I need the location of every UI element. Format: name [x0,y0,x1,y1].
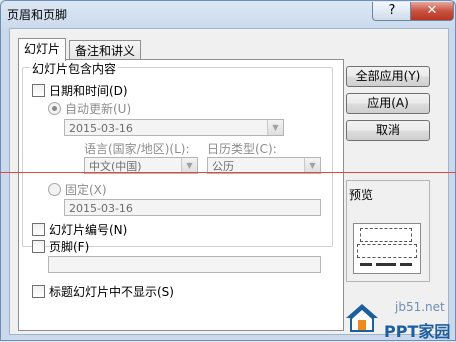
date-time-label: 日期和时间(D) [49,84,128,98]
fixed-date-value: 2015-03-16 [69,202,133,215]
dialog-title: 页眉和页脚 [7,8,68,22]
date-time-row[interactable]: 日期和时间(D) [32,82,128,99]
auto-update-row[interactable]: 自动更新(U) [48,100,131,117]
group-label: 幻灯片包含内容 [30,60,119,77]
fixed-date-field[interactable]: 2015-03-16 [64,199,321,216]
footer-row[interactable]: 页脚(F) [32,238,89,255]
title-hide-row[interactable]: 标题幻灯片中不显示(S) [32,283,174,300]
language-label: 语言(国家/地区)(L): [84,142,190,156]
auto-date-dropdown[interactable]: 2015-03-16 ▼ [64,119,284,136]
slide-number-checkbox[interactable] [32,223,45,236]
help-button[interactable]: ? [372,2,412,21]
slide-number-row[interactable]: 幻灯片编号(N) [32,221,127,238]
preview-date-placeholder [360,263,372,266]
house-logo-icon [346,304,378,332]
dialog-body: 幻灯片 备注和讲义 幻灯片包含内容 日期和时间(D) 自动更新(U) 2015-… [9,28,449,335]
preview-number-placeholder [400,263,412,266]
preview-slide [353,223,421,274]
preview-footer-placeholder [376,263,396,266]
auto-update-radio[interactable] [48,102,61,115]
watermark-site: jb51.net [395,300,445,314]
watermark-brand: PPT家园 [384,322,451,341]
tab-notes-handouts[interactable]: 备注和讲义 [69,40,142,61]
auto-update-label: 自动更新(U) [65,102,132,116]
date-time-checkbox[interactable] [32,84,45,97]
auto-date-value: 2015-03-16 [69,122,133,135]
apply-all-button[interactable]: 全部应用(Y) [346,66,430,87]
preview-label: 预览 [349,188,374,202]
preview-body-placeholder [357,244,417,258]
fixed-row[interactable]: 固定(X) [48,181,107,198]
fixed-radio[interactable] [48,183,61,196]
fixed-label: 固定(X) [65,183,107,197]
calendar-label: 日历类型(C): [207,142,277,156]
chevron-down-icon: ▼ [181,158,197,173]
apply-button[interactable]: 应用(A) [346,93,430,114]
slide-number-label: 幻灯片编号(N) [49,223,128,237]
close-button[interactable]: ✕ [410,2,454,21]
title-bar: 页眉和页脚 ? ✕ [1,1,455,27]
footer-label: 页脚(F) [49,240,90,254]
dialog-window: 页眉和页脚 ? ✕ 幻灯片 备注和讲义 幻灯片包含内容 日期和时间(D) 自动更… [0,0,456,341]
annotation-line [0,172,456,173]
footer-text-field[interactable] [48,256,321,273]
tab-slide[interactable]: 幻灯片 [18,38,67,61]
title-hide-checkbox[interactable] [32,285,45,298]
chevron-down-icon: ▼ [304,158,320,173]
footer-checkbox[interactable] [32,240,45,253]
preview-title-placeholder [360,228,412,242]
chevron-down-icon: ▼ [267,120,283,135]
cancel-button[interactable]: 取消 [346,120,430,141]
title-hide-label: 标题幻灯片中不显示(S) [49,285,174,299]
